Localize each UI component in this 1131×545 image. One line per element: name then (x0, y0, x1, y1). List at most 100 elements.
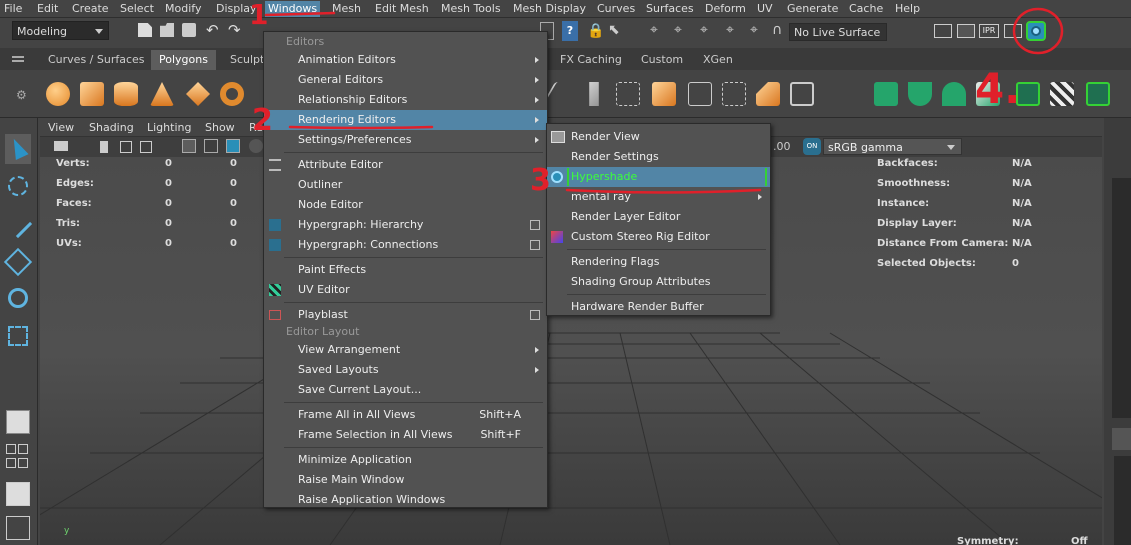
menu-item-attribute-editor[interactable]: Attribute Editor (264, 155, 547, 175)
film-gate-icon[interactable] (204, 139, 218, 153)
menu-item-view-arrangement[interactable]: View Arrangement (264, 340, 547, 360)
uv-editor-icon[interactable] (1016, 82, 1040, 106)
pointer-icon[interactable]: ⬉ (608, 22, 620, 38)
menu-mesh-tools[interactable]: Mesh Tools (441, 1, 501, 17)
lasso-tool-icon[interactable] (8, 176, 28, 196)
menu-help[interactable]: Help (895, 1, 920, 17)
layout-icon[interactable] (18, 444, 28, 454)
offset-edge-icon[interactable] (756, 82, 780, 106)
panel-menu-show[interactable]: Show (205, 121, 235, 134)
menu-cache[interactable]: Cache (849, 1, 883, 17)
channel-box-area[interactable] (1112, 178, 1131, 418)
panel-menu-lighting[interactable]: Lighting (147, 121, 191, 134)
menu-edit-mesh[interactable]: Edit Mesh (375, 1, 429, 17)
snap-point-icon[interactable]: ⌖ (700, 22, 708, 38)
snap-grid-icon[interactable]: ⌖ (650, 22, 658, 38)
menu-item-saved-layouts[interactable]: Saved Layouts (264, 360, 547, 380)
move-tool-icon[interactable] (3, 247, 33, 277)
bevel-icon[interactable] (652, 82, 676, 106)
menu-item-frame-selection[interactable]: Frame Selection in All Views Shift+F (264, 425, 547, 445)
menu-select[interactable]: Select (120, 1, 154, 17)
panel-menu-renderer[interactable]: Re (249, 121, 263, 134)
help-icon[interactable]: ? (562, 21, 578, 41)
camera-icon[interactable] (54, 141, 68, 151)
menu-item-general-editors[interactable]: General Editors (264, 70, 547, 90)
menu-item-shading-group-attributes[interactable]: Shading Group Attributes (547, 272, 770, 292)
poly-sphere-icon[interactable] (46, 82, 70, 106)
tab-custom[interactable]: Custom (633, 50, 691, 70)
poly-plane-icon[interactable] (186, 82, 210, 106)
menu-item-render-layer-editor[interactable]: Render Layer Editor (547, 207, 770, 227)
menu-file[interactable]: File (4, 1, 22, 17)
layout-icon[interactable] (6, 458, 16, 468)
menu-item-frame-all[interactable]: Frame All in All Views Shift+A (264, 405, 547, 425)
four-pane-layout-icon[interactable] (6, 444, 16, 454)
paint-select-icon[interactable] (3, 209, 33, 239)
lock-icon[interactable]: 🔒 (587, 23, 604, 39)
menu-generate[interactable]: Generate (787, 1, 838, 17)
layout-icon[interactable] (18, 458, 28, 468)
outliner-layout-icon[interactable] (6, 482, 30, 506)
menu-curves[interactable]: Curves (597, 1, 635, 17)
menu-uv[interactable]: UV (757, 1, 773, 17)
option-box-icon[interactable] (530, 310, 540, 320)
menu-item-render-settings[interactable]: Render Settings (547, 147, 770, 167)
menu-mesh-display[interactable]: Mesh Display (513, 1, 586, 17)
layer-editor-tab[interactable] (1112, 428, 1131, 450)
menu-item-save-current-layout[interactable]: Save Current Layout... (264, 380, 547, 400)
menu-deform[interactable]: Deform (705, 1, 746, 17)
menu-item-paint-effects[interactable]: Paint Effects (264, 260, 547, 280)
gear-icon[interactable]: ⚙ (16, 88, 27, 102)
menu-windows[interactable]: Windows (265, 1, 321, 17)
uv-spherical-icon[interactable] (942, 82, 966, 106)
option-box-icon[interactable] (530, 220, 540, 230)
ipr-render-icon[interactable]: IPR (979, 24, 999, 38)
scale-tool-icon[interactable] (8, 326, 28, 346)
uv-planar-icon[interactable] (874, 82, 898, 106)
uv-layout-icon[interactable] (1086, 82, 1110, 106)
select-tool-button[interactable] (5, 134, 31, 164)
menu-item-animation-editors[interactable]: Animation Editors (264, 50, 547, 70)
resolution-gate-icon[interactable] (226, 139, 240, 153)
magnet-icon[interactable]: ∩ (772, 22, 782, 38)
poly-cube-icon[interactable] (80, 82, 104, 106)
multi-cut-icon[interactable] (688, 82, 712, 106)
save-scene-icon[interactable] (182, 23, 196, 37)
single-pane-layout-icon[interactable] (6, 410, 30, 434)
menu-mesh[interactable]: Mesh (332, 1, 361, 17)
menu-icon[interactable] (12, 56, 24, 62)
open-scene-icon[interactable] (160, 23, 174, 37)
menu-item-uv-editor[interactable]: UV Editor (264, 280, 547, 300)
exposure-value[interactable]: .00 (773, 140, 791, 153)
poly-torus-icon[interactable] (220, 82, 244, 106)
live-surface-field[interactable]: No Live Surface (789, 23, 887, 41)
poly-cylinder-icon[interactable] (114, 82, 138, 106)
menu-edit[interactable]: Edit (37, 1, 58, 17)
tab-curves-surfaces[interactable]: Curves / Surfaces (40, 50, 153, 70)
menu-modify[interactable]: Modify (165, 1, 201, 17)
menu-item-hardware-render-buffer[interactable]: Hardware Render Buffer (547, 297, 770, 317)
menu-item-node-editor[interactable]: Node Editor (264, 195, 547, 215)
menu-item-custom-stereo-rig-editor[interactable]: Custom Stereo Rig Editor (547, 227, 770, 247)
snap-view-icon[interactable]: ⌖ (726, 22, 734, 38)
sync-icon[interactable] (140, 141, 152, 153)
menu-item-rendering-flags[interactable]: Rendering Flags (547, 252, 770, 272)
uv-auto-icon[interactable] (976, 82, 1000, 106)
render-settings-icon[interactable] (934, 24, 952, 38)
menu-item-raise-main-window[interactable]: Raise Main Window (264, 470, 547, 490)
tab-xgen[interactable]: XGen (695, 50, 741, 70)
snap-curve-icon[interactable]: ⌖ (674, 22, 682, 38)
checker-icon[interactable] (1050, 82, 1074, 106)
menu-item-raise-application-windows[interactable]: Raise Application Windows (264, 490, 547, 510)
menu-item-hypershade[interactable]: Hypershade (547, 167, 770, 187)
new-scene-icon[interactable] (138, 23, 152, 37)
bridge-icon[interactable] (616, 82, 640, 106)
rotate-tool-icon[interactable] (8, 288, 28, 308)
uv-cylindrical-icon[interactable] (908, 82, 932, 106)
option-box-icon[interactable] (530, 240, 540, 250)
menu-item-settings-preferences[interactable]: Settings/Preferences (264, 130, 547, 150)
render-view-icon[interactable] (1004, 24, 1022, 38)
menu-create[interactable]: Create (72, 1, 109, 17)
gate-mask-icon[interactable] (249, 139, 263, 153)
menu-item-minimize-application[interactable]: Minimize Application (264, 450, 547, 470)
